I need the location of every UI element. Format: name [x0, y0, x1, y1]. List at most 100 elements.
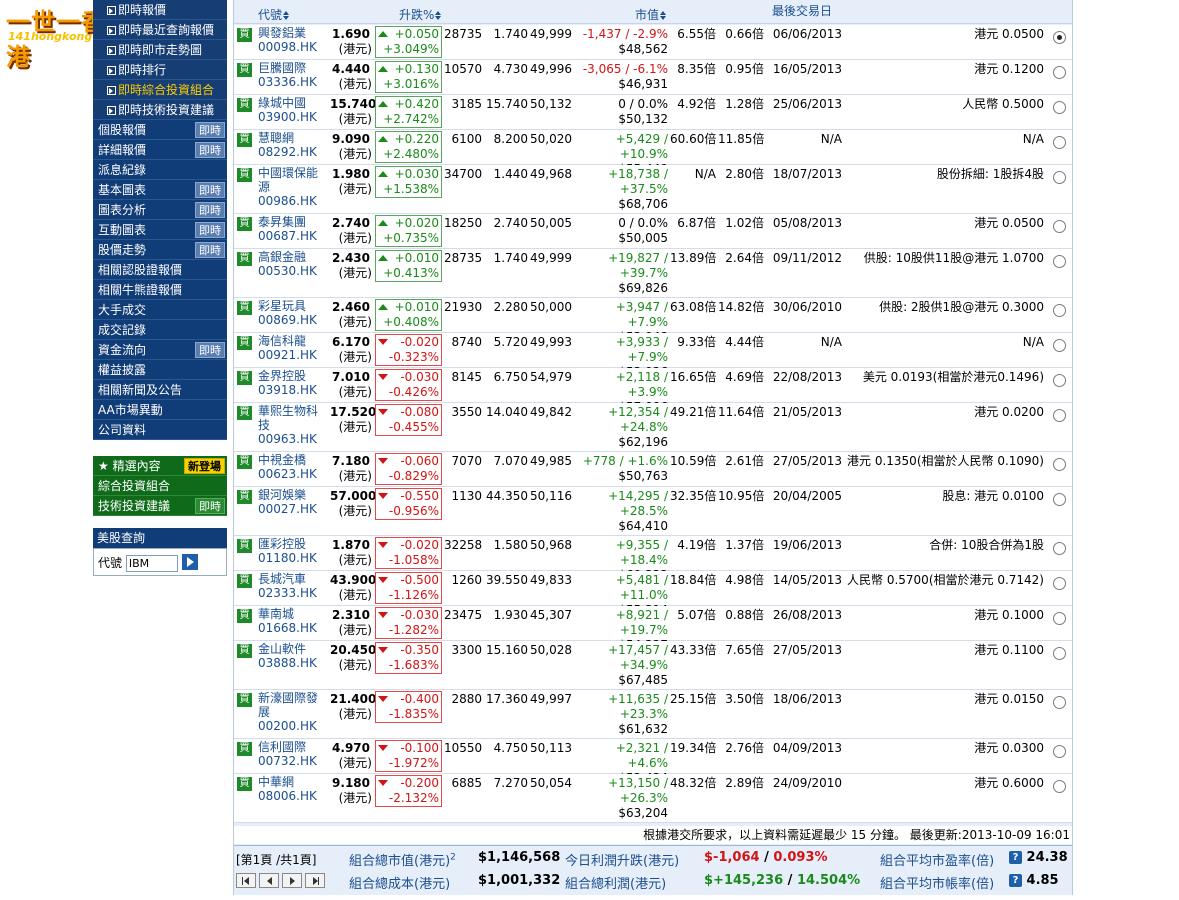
sidebar-item[interactable]: 公司資料	[93, 420, 227, 440]
buy-button[interactable]: 買	[237, 574, 252, 588]
stock-link[interactable]: 彩星玩具 00869.HK	[258, 299, 324, 327]
stock-link[interactable]: 海信科龍 00921.HK	[258, 334, 324, 362]
sidebar-item[interactable]: 即時排行	[93, 60, 227, 80]
header-change[interactable]: 升跌%	[399, 6, 442, 23]
cost-value: 50,005	[530, 216, 572, 230]
sidebar-item[interactable]: 相關認股證報價	[93, 260, 227, 280]
buy-button[interactable]: 買	[237, 336, 252, 350]
stock-link[interactable]: 新濠國際發展 00200.HK	[258, 691, 324, 733]
stock-code: 01668.HK	[258, 621, 317, 635]
us-code-input[interactable]	[125, 555, 178, 572]
buy-button[interactable]: 買	[237, 455, 252, 469]
sidebar-item[interactable]: 股價走勢 即時	[93, 240, 227, 260]
buy-button[interactable]: 買	[237, 742, 252, 756]
stock-link[interactable]: 興發鋁業 00098.HK	[258, 26, 324, 54]
sidebar-item[interactable]: 即時最近查詢報價	[93, 20, 227, 40]
pe-ratio: 43.33倍	[670, 643, 717, 657]
stock-link[interactable]: 匯彩控股 01180.HK	[258, 537, 324, 565]
header-code[interactable]: 代號	[258, 6, 290, 23]
buy-button[interactable]: 買	[237, 63, 252, 77]
stock-link[interactable]: 高銀金融 00530.HK	[258, 250, 324, 278]
buy-button[interactable]: 買	[237, 98, 252, 112]
sidebar-item[interactable]: 相關新聞及公告	[93, 380, 227, 400]
row-select-radio[interactable]	[1053, 780, 1066, 793]
row-select-radio[interactable]	[1053, 339, 1066, 352]
sidebar-item[interactable]: 權益披露	[93, 360, 227, 380]
stock-link[interactable]: 泰昇集團 00687.HK	[258, 215, 324, 243]
sidebar-item[interactable]: 資金流向 即時	[93, 340, 227, 360]
row-select-radio[interactable]	[1053, 255, 1066, 268]
buy-button[interactable]: 買	[237, 609, 252, 623]
sidebar-item[interactable]: 詳細報價 即時	[93, 140, 227, 160]
prev-page-button[interactable]	[259, 873, 279, 888]
sidebar-item[interactable]: 即時報價	[93, 0, 227, 20]
row-select-radio[interactable]	[1053, 304, 1066, 317]
stock-link[interactable]: 華熙生物科技 00963.HK	[258, 404, 324, 446]
stock-link[interactable]: 巨騰國際 03336.HK	[258, 61, 324, 89]
buy-button[interactable]: 買	[237, 777, 252, 791]
row-select-radio[interactable]	[1053, 220, 1066, 233]
stock-link[interactable]: 銀河娛樂 00027.HK	[258, 488, 324, 516]
stock-link[interactable]: 中國環保能源 00986.HK	[258, 166, 324, 208]
help-icon[interactable]: ?	[1009, 874, 1022, 887]
stock-link[interactable]: 中視金橋 00623.HK	[258, 453, 324, 481]
row-select-radio[interactable]	[1053, 458, 1066, 471]
row-select-radio[interactable]	[1053, 101, 1066, 114]
row-select-radio[interactable]	[1053, 696, 1066, 709]
buy-button[interactable]: 買	[237, 252, 252, 266]
row-select-radio[interactable]	[1053, 647, 1066, 660]
featured-item[interactable]: 技術投資建議 即時	[93, 496, 227, 516]
row-select-radio[interactable]	[1053, 577, 1066, 590]
row-select-radio[interactable]	[1053, 171, 1066, 184]
sidebar-item[interactable]: 即時即市走勢圖	[93, 40, 227, 60]
row-select-radio[interactable]	[1053, 374, 1066, 387]
stock-link[interactable]: 綠城中國 03900.HK	[258, 96, 324, 124]
buy-button[interactable]: 買	[237, 539, 252, 553]
sidebar-item[interactable]: 個股報價 即時	[93, 120, 227, 140]
row-select-radio[interactable]	[1053, 745, 1066, 758]
sidebar-item[interactable]: 圖表分析 即時	[93, 200, 227, 220]
last-page-button[interactable]	[305, 873, 325, 888]
stock-link[interactable]: 金山軟件 03888.HK	[258, 642, 324, 670]
sidebar-item[interactable]: 即時綜合投資組合	[93, 80, 227, 100]
sidebar-item[interactable]: AA市場異動	[93, 400, 227, 420]
sidebar-item[interactable]: 成交記錄	[93, 320, 227, 340]
row-select-radio[interactable]	[1053, 493, 1066, 506]
buy-button[interactable]: 買	[237, 371, 252, 385]
row-select-radio[interactable]	[1053, 66, 1066, 79]
stock-link[interactable]: 中華網 08006.HK	[258, 775, 324, 803]
stock-link[interactable]: 慧聰網 08292.HK	[258, 131, 324, 159]
header-market-value[interactable]: 市值	[635, 6, 667, 23]
buy-button[interactable]: 買	[237, 644, 252, 658]
buy-button[interactable]: 買	[237, 693, 252, 707]
us-go-button[interactable]	[181, 554, 198, 570]
stock-link[interactable]: 信利國際 00732.HK	[258, 740, 324, 768]
buy-button[interactable]: 買	[237, 168, 252, 182]
sidebar-item[interactable]: 基本圖表 即時	[93, 180, 227, 200]
buy-button[interactable]: 買	[237, 133, 252, 147]
row-select-radio[interactable]	[1053, 409, 1066, 422]
realtime-badge: 即時	[195, 122, 225, 138]
buy-button[interactable]: 買	[237, 28, 252, 42]
buy-button[interactable]: 買	[237, 217, 252, 231]
row-select-radio[interactable]	[1053, 612, 1066, 625]
sidebar-item[interactable]: 相關牛熊證報價	[93, 280, 227, 300]
buy-button[interactable]: 買	[237, 490, 252, 504]
featured-item[interactable]: 綜合投資組合	[93, 476, 227, 496]
next-page-button[interactable]	[282, 873, 302, 888]
sidebar-item[interactable]: 大手成交	[93, 300, 227, 320]
stock-link[interactable]: 華南城 01668.HK	[258, 607, 324, 635]
buy-button[interactable]: 買	[237, 301, 252, 315]
first-page-button[interactable]	[236, 873, 256, 888]
row-select-radio[interactable]	[1053, 542, 1066, 555]
help-icon[interactable]: ?	[1009, 851, 1022, 864]
stock-link[interactable]: 長城汽車 02333.HK	[258, 572, 324, 600]
stock-link[interactable]: 金界控股 03918.HK	[258, 369, 324, 397]
row-select-radio[interactable]	[1053, 31, 1066, 44]
sidebar-item[interactable]: 派息紀錄	[93, 160, 227, 180]
buy-button[interactable]: 買	[237, 406, 252, 420]
sidebar-item[interactable]: 即時技術投資建議	[93, 100, 227, 120]
sidebar-item[interactable]: 互動圖表 即時	[93, 220, 227, 240]
row-select-radio[interactable]	[1053, 136, 1066, 149]
featured-item[interactable]: ★ 精選內容 新登場	[93, 456, 227, 476]
